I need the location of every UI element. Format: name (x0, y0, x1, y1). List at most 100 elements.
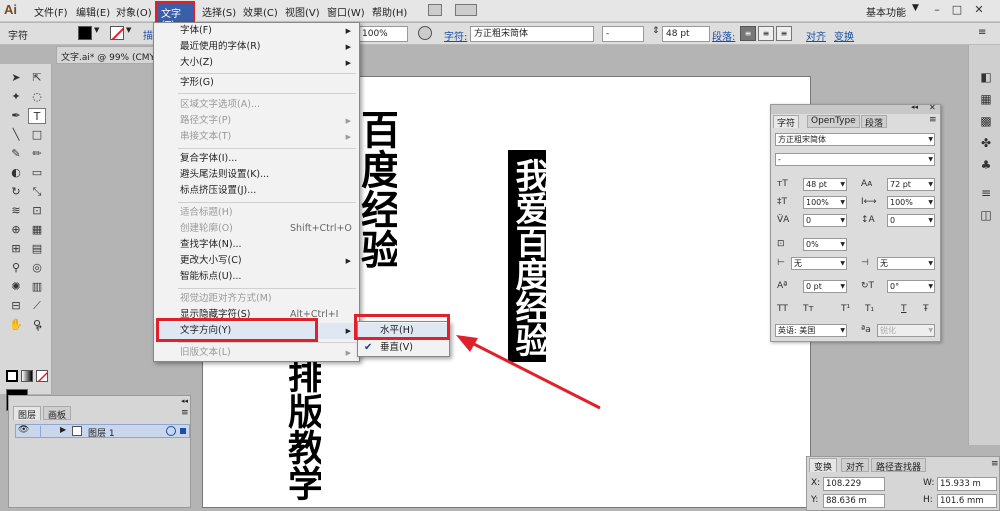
blob-brush-tool-icon[interactable]: ◐ (7, 165, 25, 181)
column-graph-tool-icon[interactable]: ▥ (28, 279, 46, 295)
type-tool-icon[interactable]: T (28, 108, 46, 124)
menu-item-mojikumi-settings[interactable]: 标点挤压设置(J)... (154, 183, 359, 199)
line-tool-icon[interactable]: ╲ (7, 127, 25, 143)
kerning-field[interactable]: 0 ▼ (803, 214, 847, 227)
chevron-down-icon[interactable]: ▼ (126, 26, 131, 34)
menu-select[interactable]: 选择(S) (202, 4, 236, 19)
font-size-field[interactable]: 48 pt (662, 26, 710, 42)
pen-tool-icon[interactable]: ✒ (7, 108, 25, 124)
leading-field[interactable]: 72 pt ▼ (887, 178, 935, 191)
font-family-select[interactable]: 方正粗宋简体 ▼ (775, 133, 935, 146)
restore-icon[interactable]: □ (950, 3, 964, 17)
hand-tool-icon[interactable]: ✋ (7, 317, 25, 333)
subscript-button[interactable]: T₁ (865, 303, 874, 316)
menu-edit[interactable]: 编辑(E) (76, 4, 110, 19)
y-field[interactable]: 88.636 m (823, 494, 885, 508)
rotation-field[interactable]: 0° ▼ (887, 280, 935, 293)
menu-item-fit-headline[interactable]: 适合标题(H) (154, 205, 359, 221)
tab-align[interactable]: 对齐 (841, 458, 870, 473)
tab-opentype[interactable]: OpenType (807, 115, 860, 128)
baseline-shift-field[interactable]: 0 pt ▼ (803, 280, 847, 293)
align-center-icon[interactable]: ≡ (758, 26, 774, 41)
superscript-button[interactable]: T¹ (841, 303, 850, 316)
tab-layers[interactable]: 图层 (13, 406, 42, 421)
layer-row[interactable]: 👁 ▶ 图层 1 (15, 424, 190, 439)
align-left-icon[interactable]: ≡ (740, 26, 756, 41)
small-caps-button[interactable]: Tт (803, 303, 814, 316)
antialias-select[interactable]: 锐化 ▼ (877, 324, 935, 337)
all-caps-button[interactable]: TT (777, 303, 788, 316)
font-size-field[interactable]: 48 pt ▼ (803, 178, 847, 191)
tab-artboards[interactable]: 画板 (43, 406, 72, 421)
w-field[interactable]: 15.933 m (937, 477, 997, 491)
eyedropper-tool-icon[interactable]: ⚲ (7, 260, 25, 276)
lasso-tool-icon[interactable]: ◌ (28, 89, 46, 105)
shape-builder-tool-icon[interactable]: ⊕ (7, 222, 25, 238)
perspective-grid-tool-icon[interactable]: ▦ (28, 222, 46, 238)
font-family-select[interactable]: 方正粗宋简体 (470, 26, 594, 42)
submenu-item-vertical[interactable]: ✔ 垂直(V) (358, 340, 449, 356)
arrange-documents-icon[interactable] (455, 4, 477, 16)
eraser-tool-icon[interactable]: ▭ (28, 165, 46, 181)
menu-file[interactable]: 文件(F) (34, 4, 68, 19)
menu-item-composite-fonts[interactable]: 复合字体(I)... (154, 151, 359, 167)
menu-item-optical-margin-alignment[interactable]: 视觉边距对齐方式(M) (154, 291, 359, 307)
color-panel-icon[interactable]: ◧ (978, 69, 994, 85)
panel-menu-icon[interactable]: ≡ (181, 408, 189, 418)
gradient-mode-icon[interactable] (21, 370, 33, 382)
language-select[interactable]: 英语: 美国 ▼ (775, 324, 847, 337)
menu-view[interactable]: 视图(V) (285, 4, 320, 19)
free-transform-tool-icon[interactable]: ⊡ (28, 203, 46, 219)
swatches-panel-icon[interactable]: ▩ (978, 113, 994, 129)
width-tool-icon[interactable]: ≋ (7, 203, 25, 219)
tab-character[interactable]: 字符 (773, 115, 800, 129)
menu-text-active[interactable]: 文字(T) (155, 1, 195, 31)
menu-item-kinsoku-settings[interactable]: 避头尾法则设置(K)... (154, 167, 359, 183)
stroke-panel-icon[interactable]: ≡ (978, 185, 994, 201)
panel-menu-icon[interactable]: ≡ (978, 27, 986, 38)
collapse-icon[interactable]: ◂◂ (181, 397, 188, 405)
x-field[interactable]: 108.229 (823, 477, 885, 491)
menu-item-area-type-options[interactable]: 区域文字选项(A)... (154, 97, 359, 113)
minimize-icon[interactable]: – (930, 3, 944, 17)
rectangle-tool-icon[interactable]: □ (28, 127, 46, 143)
selection-tool-icon[interactable]: ➤ (7, 70, 25, 86)
menu-item-create-outlines[interactable]: 创建轮廓(O) Shift+Ctrl+O (154, 221, 359, 237)
paintbrush-tool-icon[interactable]: ✎ (7, 146, 25, 162)
chevron-down-icon[interactable]: ▼ (94, 26, 99, 34)
aki-right-select[interactable]: 无 ▼ (877, 257, 935, 270)
close-icon[interactable]: ✕ (972, 3, 986, 17)
opacity-field[interactable]: 100% (358, 26, 408, 42)
recolor-icon[interactable] (418, 26, 432, 40)
horizontal-scale-field[interactable]: 100% ▼ (887, 196, 935, 209)
menu-item-smart-punctuation[interactable]: 智能标点(U)... (154, 269, 359, 285)
eye-icon[interactable]: 👁 (18, 425, 29, 435)
collapse-icon[interactable]: ◂◂ (911, 103, 918, 111)
target-icon[interactable] (166, 426, 176, 436)
menu-help[interactable]: 帮助(H) (372, 4, 407, 19)
selection-indicator-icon[interactable] (180, 428, 186, 434)
transform-link[interactable]: 变换 (834, 28, 854, 43)
menu-item-type-on-path[interactable]: 路径文字(P) ▶ (154, 113, 359, 129)
brushes-panel-icon[interactable]: ✤ (978, 135, 994, 151)
artboard-tool-icon[interactable]: ⊟ (7, 298, 25, 314)
vertical-text-bottom[interactable]: 排版教学 (279, 357, 321, 507)
menu-item-legacy-text[interactable]: 旧版文本(L) ▶ (154, 345, 359, 361)
layer-name[interactable]: 图层 1 (88, 426, 115, 439)
slice-tool-icon[interactable]: ⟋ (28, 298, 46, 314)
magic-wand-tool-icon[interactable]: ✦ (7, 89, 25, 105)
tab-transform[interactable]: 变换 (809, 458, 838, 473)
stroke-label[interactable]: 描 (143, 27, 153, 42)
vertical-scale-field[interactable]: 100% ▼ (803, 196, 847, 209)
menu-effect[interactable]: 效果(C) (243, 4, 278, 19)
swap-colors-icon[interactable]: ↱ (36, 324, 43, 333)
mesh-tool-icon[interactable]: ⊞ (7, 241, 25, 257)
menu-object[interactable]: 对象(O) (116, 4, 152, 19)
expand-triangle-icon[interactable]: ▶ (60, 425, 66, 434)
rotate-tool-icon[interactable]: ↻ (7, 184, 25, 200)
menu-window[interactable]: 窗口(W) (327, 4, 365, 19)
panel-menu-icon[interactable]: ≡ (991, 459, 999, 469)
stepper-icon[interactable]: ⇕ (652, 26, 660, 36)
document-tab[interactable]: 文字.ai* @ 99% (CMYK (56, 46, 158, 64)
chevron-down-icon[interactable]: ▼ (912, 3, 919, 13)
